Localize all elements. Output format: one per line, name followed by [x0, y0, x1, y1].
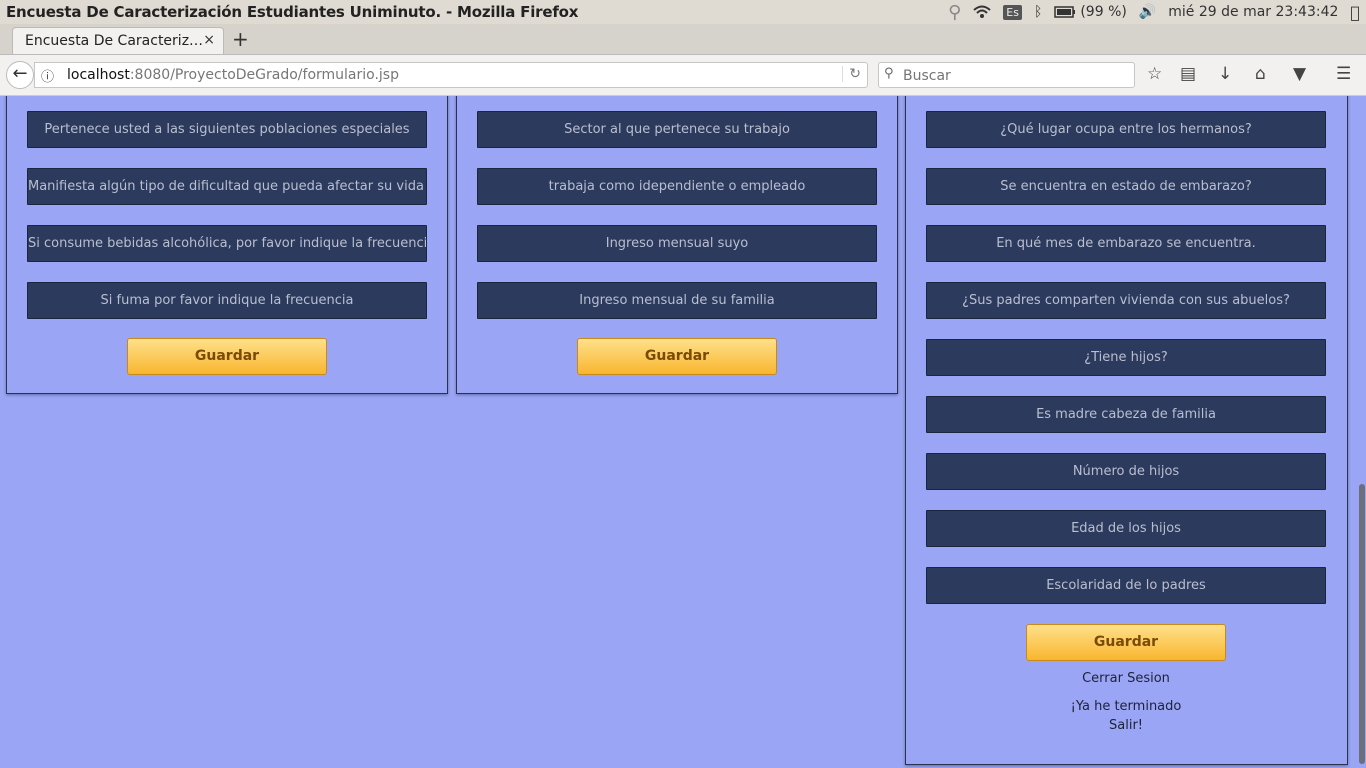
url-host: localhost — [67, 67, 130, 83]
field-ingreso-familia[interactable]: Ingreso mensual de su familia — [477, 282, 877, 319]
keyboard-layout-indicator[interactable]: Es — [997, 0, 1028, 24]
volume-icon[interactable]: 🔊 — [1133, 0, 1162, 24]
new-tab-icon[interactable]: + — [232, 27, 249, 51]
panel-left: Pertenece usted a las siguientes poblaci… — [6, 96, 448, 394]
tab-strip: Encuesta De Caracteriz… × + — [0, 24, 1366, 55]
browser-tab[interactable]: Encuesta De Caracteriz… × — [12, 27, 224, 54]
info-icon[interactable]: ⓘ — [41, 66, 54, 85]
field-edad-hijos[interactable]: Edad de los hijos — [926, 510, 1326, 547]
logout-link[interactable]: Cerrar Sesion — [926, 671, 1326, 686]
reload-icon[interactable]: ↻ — [842, 66, 861, 82]
field-poblaciones-especiales[interactable]: Pertenece usted a las siguientes poblaci… — [27, 111, 427, 148]
field-embarazo[interactable]: Se encuentra en estado de embarazo? — [926, 168, 1326, 205]
url-text: localhost:8080/ProyectoDeGrado/formulari… — [67, 67, 399, 83]
battery-indicator[interactable]: (99 %) — [1048, 0, 1133, 24]
search-input[interactable] — [901, 65, 1125, 87]
url-bar[interactable]: ⓘ localhost:8080/ProyectoDeGrado/formula… — [34, 62, 868, 88]
navigation-bar: ← ⓘ localhost:8080/ProyectoDeGrado/formu… — [0, 55, 1366, 96]
pocket-icon[interactable]: ▼ — [1293, 64, 1306, 84]
close-tab-icon[interactable]: × — [203, 32, 215, 48]
battery-percent: (99 %) — [1080, 4, 1127, 20]
field-independiente-empleado[interactable]: trabaja como idependiente o empleado — [477, 168, 877, 205]
page-content: Pertenece usted a las siguientes poblaci… — [0, 96, 1366, 768]
save-button-left[interactable]: Guardar — [127, 338, 327, 375]
apple-menu-icon[interactable]:  — [1344, 0, 1366, 24]
system-tray: ⚲ Es ᛒ (99 %) 🔊 mié 29 de mar 23:43:42  — [942, 0, 1366, 24]
field-vivienda-abuelos[interactable]: ¿Sus padres comparten vivienda con sus a… — [926, 282, 1326, 319]
reading-list-icon[interactable]: ▤ — [1180, 64, 1196, 84]
field-mes-embarazo[interactable]: En qué mes de embarazo se encuentra. — [926, 225, 1326, 262]
search-icon: ⚲ — [884, 66, 894, 81]
field-madre-cabeza-familia[interactable]: Es madre cabeza de familia — [926, 396, 1326, 433]
search-bar[interactable]: ⚲ — [878, 62, 1135, 88]
field-fuma[interactable]: Si fuma por favor indique la frecuencia — [27, 282, 427, 319]
bluetooth-icon[interactable]: ᛒ — [1028, 0, 1048, 24]
field-dificultad[interactable]: Manifiesta algún tipo de dificultad que … — [27, 168, 427, 205]
window-title: Encuesta De Caracterización Estudiantes … — [6, 3, 579, 21]
menu-icon[interactable]: ☰ — [1336, 64, 1351, 84]
field-numero-hijos[interactable]: Número de hijos — [926, 453, 1326, 490]
field-tiene-hijos[interactable]: ¿Tiene hijos? — [926, 339, 1326, 376]
bookmark-star-icon[interactable]: ☆ — [1147, 64, 1162, 84]
field-sector-trabajo[interactable]: Sector al que pertenece su trabajo — [477, 111, 877, 148]
field-lugar-hermanos[interactable]: ¿Qué lugar ocupa entre los hermanos? — [926, 111, 1326, 148]
clock[interactable]: mié 29 de mar 23:43:42 — [1162, 0, 1344, 24]
field-bebidas-alcoholicas[interactable]: Si consume bebidas alcohólica, por favor… — [27, 225, 427, 262]
home-icon[interactable]: ⌂ — [1255, 64, 1266, 84]
field-ingreso-suyo[interactable]: Ingreso mensual suyo — [477, 225, 877, 262]
scrollbar-thumb[interactable] — [1359, 484, 1365, 764]
system-top-bar: Encuesta De Caracterización Estudiantes … — [0, 0, 1366, 24]
panel-middle: Sector al que pertenece su trabajo traba… — [456, 96, 898, 394]
wifi-icon[interactable] — [967, 0, 997, 24]
finish-exit-line-1: ¡Ya he terminado — [1070, 699, 1182, 714]
save-button-middle[interactable]: Guardar — [577, 338, 777, 375]
save-button-right[interactable]: Guardar — [1026, 624, 1226, 661]
finish-exit-link[interactable]: ¡Ya he terminado Salir! — [926, 699, 1326, 733]
finish-exit-line-2: Salir! — [1109, 718, 1143, 733]
back-arrow-icon[interactable]: ← — [6, 61, 34, 89]
search-icon[interactable]: ⚲ — [942, 0, 967, 24]
tab-title: Encuesta De Caracteriz… — [25, 33, 204, 49]
url-path: :8080/ProyectoDeGrado/formulario.jsp — [129, 67, 399, 83]
battery-icon — [1054, 6, 1076, 18]
panel-right: ¿Qué lugar ocupa entre los hermanos? Se … — [905, 96, 1348, 765]
field-escolaridad-padres[interactable]: Escolaridad de lo padres — [926, 567, 1326, 604]
page-scrollbar[interactable] — [1358, 96, 1366, 768]
download-icon[interactable]: ↓ — [1218, 64, 1232, 84]
